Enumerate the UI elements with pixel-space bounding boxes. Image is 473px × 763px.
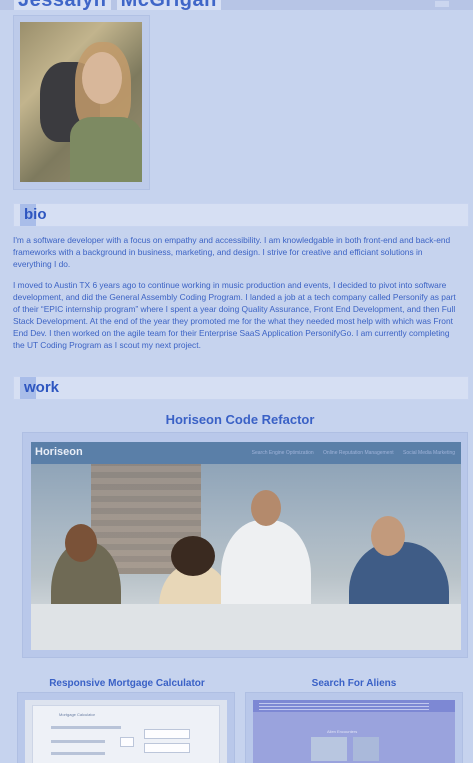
project-card-horiseon[interactable]: Horiseon Search Engine Optimization Onli… (23, 433, 467, 657)
profile-photo (20, 22, 142, 182)
hero-head-standing (251, 490, 281, 526)
horiseon-hero-image (31, 464, 461, 650)
bio-paragraph-1: I'm a software developer with a focus on… (13, 235, 451, 269)
photo-shirt-shape (70, 117, 142, 182)
aliens-app-bg: Alien Encounters (253, 700, 455, 763)
photo-face-shape (82, 52, 122, 104)
horiseon-nav-orm: Online Reputation Management (323, 450, 394, 456)
aliens-image-1 (311, 737, 347, 761)
horiseon-nav-links: Search Engine Optimization Online Reputa… (244, 450, 455, 456)
mortgage-slider (51, 740, 105, 743)
project-title-mortgage[interactable]: Responsive Mortgage Calculator (28, 678, 226, 689)
mortgage-screenshot[interactable]: Mortgage Calculator (25, 700, 227, 763)
aliens-app-heading: Alien Encounters (327, 729, 358, 734)
mortgage-slider-knob (121, 738, 133, 746)
bio-heading: bio (24, 206, 47, 223)
horiseon-screenshot[interactable]: Horiseon Search Engine Optimization Onli… (31, 442, 461, 650)
work-heading-bar: work (14, 377, 468, 399)
bio-heading-bar: bio (14, 204, 468, 226)
aliens-screenshot[interactable]: Alien Encounters (253, 700, 455, 763)
aliens-header-text (259, 702, 429, 710)
hero-table (31, 604, 461, 650)
profile-photo-frame (14, 16, 149, 189)
aliens-image-2 (353, 737, 379, 761)
project-card-mortgage[interactable]: Mortgage Calculator (18, 693, 234, 763)
horiseon-logo: Horiseon (35, 446, 83, 458)
site-title: Jessalyn McGrigan (14, 0, 221, 10)
mortgage-app-bg: Mortgage Calculator (25, 700, 227, 763)
hero-head-left (65, 524, 97, 562)
hero-head-right (371, 516, 405, 556)
menu-toggle[interactable] (435, 1, 449, 7)
mortgage-card: Mortgage Calculator (33, 706, 219, 763)
mortgage-label-line (51, 726, 121, 729)
horiseon-navbar: Horiseon Search Engine Optimization Onli… (31, 442, 461, 464)
horiseon-nav-seo: Search Engine Optimization (251, 450, 314, 456)
mortgage-slider-2 (51, 752, 105, 755)
site-header: Jessalyn McGrigan (0, 0, 473, 10)
aliens-header-strip (253, 700, 455, 712)
name-first: Jessalyn (14, 0, 111, 10)
project-title-horiseon[interactable]: Horiseon Code Refactor (140, 412, 340, 427)
mortgage-input-box (145, 730, 189, 738)
hero-head-middle (171, 536, 215, 576)
project-card-aliens[interactable]: Alien Encounters (246, 693, 462, 763)
project-title-aliens[interactable]: Search For Aliens (260, 678, 448, 689)
mortgage-app-heading: Mortgage Calculator (59, 712, 96, 717)
bio-paragraph-2: I moved to Austin TX 6 years ago to cont… (13, 280, 456, 350)
mortgage-result-box (145, 744, 189, 752)
work-heading: work (24, 379, 60, 396)
name-last: McGrigan (116, 0, 221, 10)
horiseon-nav-smm: Social Media Marketing (403, 450, 455, 456)
